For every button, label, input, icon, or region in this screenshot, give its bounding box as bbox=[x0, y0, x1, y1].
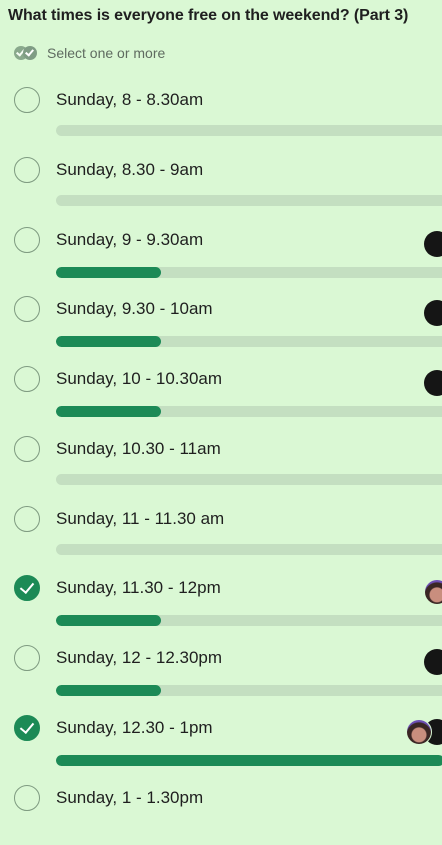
vote-progress-bar bbox=[56, 755, 442, 766]
vote-progress-bar bbox=[56, 474, 442, 485]
vote-progress-fill bbox=[56, 615, 161, 626]
poll-option[interactable]: Sunday, 11 - 11.30 am bbox=[0, 506, 442, 566]
option-checkbox[interactable] bbox=[14, 436, 40, 462]
option-label: Sunday, 9 - 9.30am bbox=[56, 230, 204, 249]
vote-progress-fill bbox=[56, 685, 161, 696]
poll-title: What times is everyone free on the weeke… bbox=[8, 7, 409, 24]
option-label: Sunday, 10.30 - 11am bbox=[56, 439, 221, 458]
photo-avatar[interactable] bbox=[406, 719, 432, 745]
option-checkbox[interactable] bbox=[14, 296, 40, 322]
option-checkbox[interactable] bbox=[14, 785, 40, 811]
vote-progress-bar bbox=[56, 336, 442, 347]
option-label: Sunday, 11.30 - 12pm bbox=[56, 578, 221, 597]
vote-progress-fill bbox=[56, 755, 442, 766]
poll-option[interactable]: Sunday, 9.30 - 10am bbox=[0, 296, 442, 356]
option-checkbox[interactable] bbox=[14, 366, 40, 392]
vote-progress-bar bbox=[56, 267, 442, 278]
poll-option[interactable]: Sunday, 11.30 - 12pm bbox=[0, 575, 442, 635]
poll-option[interactable]: Sunday, 10 - 10.30am bbox=[0, 366, 442, 426]
dark-avatar[interactable] bbox=[424, 300, 442, 326]
poll-option[interactable]: Sunday, 9 - 9.30am bbox=[0, 227, 442, 287]
poll-option[interactable]: Sunday, 8 - 8.30am bbox=[0, 87, 442, 147]
option-checkbox[interactable] bbox=[14, 645, 40, 671]
dark-avatar[interactable] bbox=[424, 649, 442, 675]
option-checkbox[interactable] bbox=[14, 157, 40, 183]
multi-check-icon bbox=[14, 44, 42, 62]
option-checkbox-checked[interactable] bbox=[14, 715, 40, 741]
option-label: Sunday, 8 - 8.30am bbox=[56, 90, 204, 109]
poll-option[interactable]: Sunday, 8.30 - 9am bbox=[0, 157, 442, 217]
option-label: Sunday, 8.30 - 9am bbox=[56, 160, 204, 179]
option-label: Sunday, 10 - 10.30am bbox=[56, 369, 223, 388]
option-label: Sunday, 12.30 - 1pm bbox=[56, 718, 213, 737]
poll-option[interactable]: Sunday, 1 - 1.30pm bbox=[0, 785, 442, 845]
photo-avatar[interactable] bbox=[424, 579, 442, 605]
vote-progress-bar bbox=[56, 544, 442, 555]
option-label: Sunday, 9.30 - 10am bbox=[56, 299, 213, 318]
dark-avatar[interactable] bbox=[424, 370, 442, 396]
select-hint: Select one or more bbox=[47, 45, 166, 61]
option-checkbox[interactable] bbox=[14, 87, 40, 113]
poll-instructions: Select one or more bbox=[14, 44, 165, 62]
option-checkbox-checked[interactable] bbox=[14, 575, 40, 601]
vote-progress-bar bbox=[56, 615, 442, 626]
option-label: Sunday, 11 - 11.30 am bbox=[56, 509, 225, 528]
vote-progress-fill bbox=[56, 406, 161, 417]
vote-progress-fill bbox=[56, 336, 161, 347]
vote-progress-bar bbox=[56, 406, 442, 417]
vote-progress-bar bbox=[56, 195, 442, 206]
vote-progress-bar bbox=[56, 125, 442, 136]
option-checkbox[interactable] bbox=[14, 227, 40, 253]
dark-avatar[interactable] bbox=[424, 231, 442, 257]
vote-progress-bar bbox=[56, 685, 442, 696]
poll-option[interactable]: Sunday, 10.30 - 11am bbox=[0, 436, 442, 496]
option-label: Sunday, 1 - 1.30pm bbox=[56, 788, 204, 807]
option-checkbox[interactable] bbox=[14, 506, 40, 532]
poll-option[interactable]: Sunday, 12.30 - 1pm bbox=[0, 715, 442, 775]
option-label: Sunday, 12 - 12.30pm bbox=[56, 648, 223, 667]
poll-option[interactable]: Sunday, 12 - 12.30pm bbox=[0, 645, 442, 705]
vote-progress-fill bbox=[56, 267, 161, 278]
